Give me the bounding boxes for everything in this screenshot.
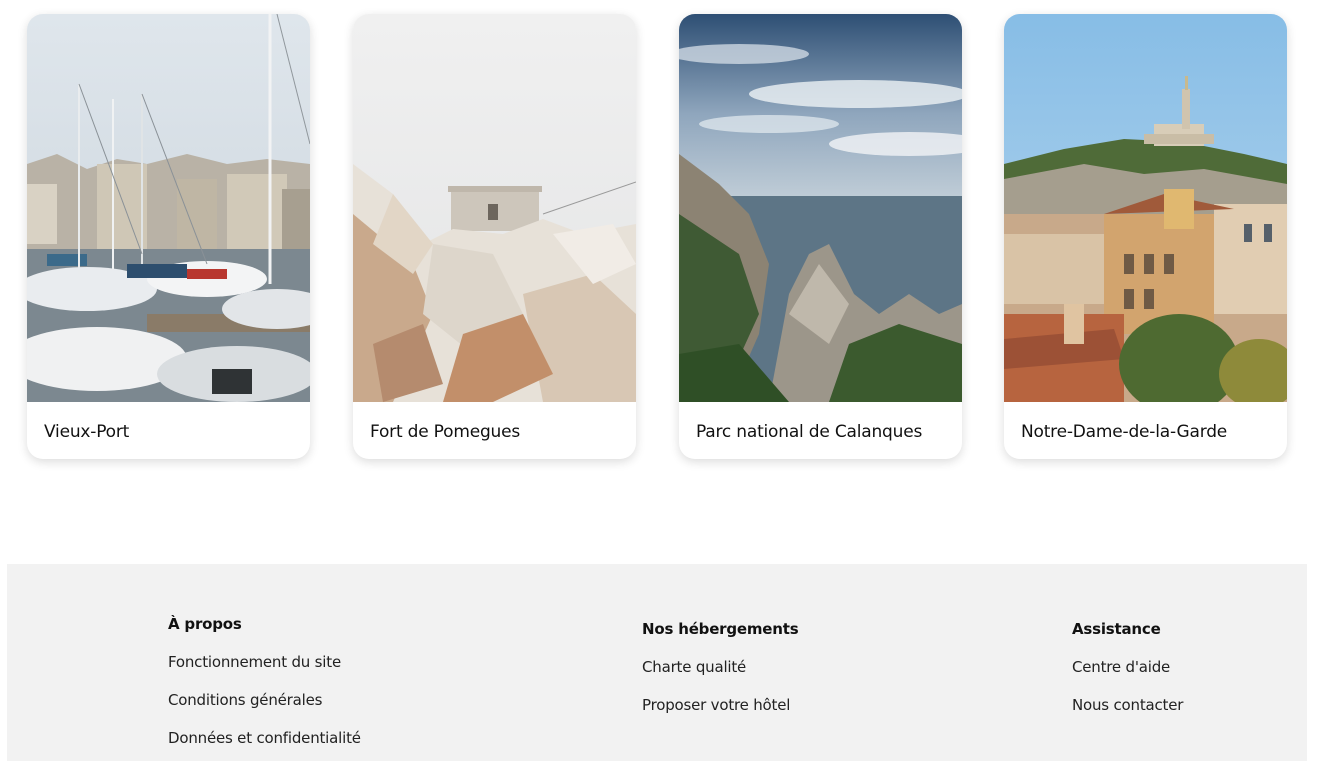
notre-dame-photo (1004, 14, 1287, 402)
vieux-port-photo (27, 14, 310, 402)
destination-title: Fort de Pomegues (370, 422, 521, 442)
footer-heading-support: Assistance (1072, 620, 1161, 638)
calanques-photo (679, 14, 962, 402)
destination-title: Parc national de Calanques (696, 422, 923, 442)
footer-column-about: À propos Fonctionnement du site Conditio… (168, 614, 361, 748)
footer-link-site-operation[interactable]: Fonctionnement du site (168, 652, 361, 672)
footer-column-accommodations: Nos hébergements Charte qualité Proposer… (642, 619, 799, 715)
destination-card-notre-dame[interactable]: Notre-Dame-de-la-Garde (1004, 14, 1287, 459)
footer-link-privacy[interactable]: Données et confidentialité (168, 728, 361, 748)
destination-card-calanques[interactable]: Parc national de Calanques (679, 14, 962, 459)
destination-title: Vieux-Port (44, 422, 130, 442)
footer-link-quality-charter[interactable]: Charte qualité (642, 657, 798, 677)
footer-heading-accommodations: Nos hébergements (642, 620, 799, 638)
site-footer: À propos Fonctionnement du site Conditio… (7, 564, 1307, 761)
footer-heading-about: À propos (168, 615, 242, 633)
footer-column-support: Assistance Centre d'aide Nous contacter (1072, 619, 1183, 715)
footer-link-help-center[interactable]: Centre d'aide (1072, 657, 1183, 677)
destination-cards: Vieux-Port Fort de Pomegues Parc nationa… (0, 0, 1322, 470)
footer-link-terms[interactable]: Conditions générales (168, 690, 361, 710)
destination-card-fort-de-pomegues[interactable]: Fort de Pomegues (353, 14, 636, 459)
footer-link-propose-hotel[interactable]: Proposer votre hôtel (642, 695, 798, 715)
destination-title: Notre-Dame-de-la-Garde (1021, 422, 1228, 442)
footer-link-contact[interactable]: Nous contacter (1072, 695, 1183, 715)
destination-card-vieux-port[interactable]: Vieux-Port (27, 14, 310, 459)
fort-de-pomegues-photo (353, 14, 636, 402)
